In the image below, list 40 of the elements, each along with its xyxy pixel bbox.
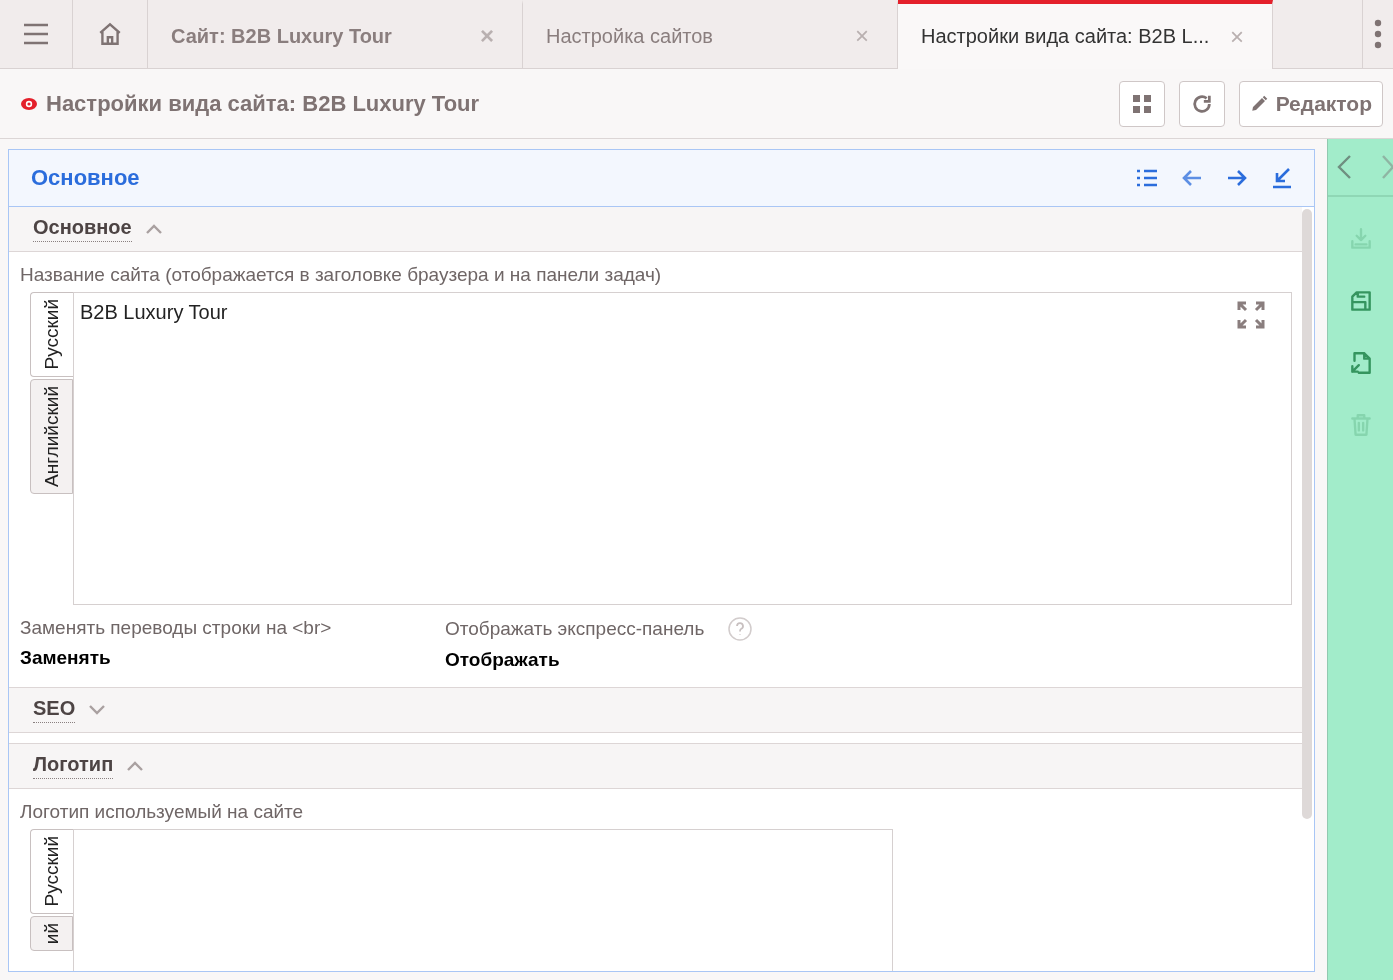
- expand-icon[interactable]: [1237, 301, 1265, 329]
- chevron-up-icon[interactable]: [145, 224, 162, 234]
- help-icon[interactable]: [728, 617, 753, 641]
- refresh-icon: [1190, 92, 1213, 115]
- image-field[interactable]: [73, 829, 893, 971]
- chevron-left-icon[interactable]: [1336, 154, 1352, 180]
- language-tab[interactable]: Русский: [30, 292, 73, 377]
- tab[interactable]: Настройки вида сайта: B2B L... ×: [898, 0, 1273, 69]
- section-title[interactable]: Основное: [33, 216, 132, 242]
- text-field[interactable]: B2B Luxury Tour: [73, 292, 1292, 605]
- grid-button[interactable]: [1118, 80, 1165, 127]
- refresh-button[interactable]: [1178, 80, 1225, 127]
- field-value: Заменять: [20, 647, 112, 669]
- field-value: Отображать: [445, 649, 561, 671]
- editor-button[interactable]: Редактор: [1238, 80, 1383, 127]
- grid-icon: [1132, 94, 1151, 113]
- pencil-icon: [1249, 94, 1268, 113]
- language-tab[interactable]: Русский: [30, 829, 73, 914]
- chevron-right-icon[interactable]: [1381, 154, 1393, 180]
- menu-icon: [23, 23, 49, 45]
- panel-title: Основное: [31, 165, 141, 191]
- field-label: Отображать экспресс-панель: [445, 618, 705, 640]
- chevron-up-icon[interactable]: [127, 761, 144, 771]
- chevron-down-icon[interactable]: [89, 705, 106, 715]
- page-title: Настройки вида сайта: B2B Luxury Tour: [46, 90, 480, 117]
- section-title[interactable]: Логотип: [33, 753, 114, 779]
- more-icon: [1374, 19, 1382, 49]
- language-tab[interactable]: ий: [30, 915, 73, 951]
- scrollbar[interactable]: [1302, 209, 1312, 819]
- field-label: Заменять переводы строки на <br>: [20, 617, 332, 639]
- home-icon: [97, 21, 123, 47]
- field-label: Название сайта (отображается в заголовке браузера и на панели задач): [20, 264, 663, 286]
- arrow-right-icon: [1225, 168, 1248, 188]
- eye-icon: [20, 96, 38, 111]
- section-title[interactable]: SEO: [33, 697, 76, 723]
- language-tab[interactable]: Английский: [30, 378, 73, 494]
- arrow-left-icon: [1180, 168, 1203, 188]
- list-icon: [1135, 168, 1158, 188]
- field-label: Логотип используемый на сайте: [20, 801, 305, 823]
- arrow-down-left-icon: [1271, 167, 1292, 189]
